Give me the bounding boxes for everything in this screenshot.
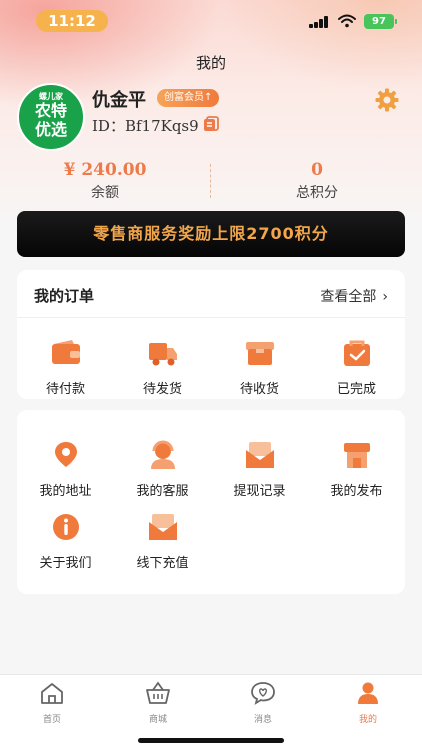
promo-banner[interactable]: 零售商服务奖励上限2700积分: [17, 211, 405, 257]
service-label: 我的客服: [136, 484, 189, 499]
service-withdraw-records[interactable]: 提现记录: [211, 440, 308, 499]
recharge-envelope-icon: [148, 514, 177, 540]
points-label: 总积分: [296, 185, 338, 201]
logo-line-2: 优选: [34, 120, 67, 139]
wifi-icon: [338, 14, 356, 28]
status-time: 11:12: [36, 10, 108, 32]
home-indicator: [138, 738, 284, 743]
order-label: 待付款: [45, 382, 85, 397]
order-label: 待发货: [142, 382, 182, 397]
tab-mall[interactable]: 商城: [118, 681, 198, 725]
tab-label: 首页: [42, 715, 61, 725]
wallet-icon: [51, 340, 80, 364]
info-icon: [52, 514, 79, 540]
settings-gear-icon[interactable]: [375, 88, 399, 112]
service-my-address[interactable]: 我的地址: [17, 440, 114, 499]
orders-card: 我的订单 查看全部 › 待付款 待发货 待收货 已完成: [17, 270, 405, 399]
username: 仇金平: [92, 90, 146, 111]
points-stat[interactable]: 0 总积分: [222, 160, 412, 202]
service-customer-service[interactable]: 我的客服: [114, 440, 211, 499]
tab-home[interactable]: 首页: [12, 681, 92, 725]
page-title: 我的: [195, 54, 226, 72]
withdraw-envelope-icon: [245, 442, 274, 468]
service-label: 我的地址: [39, 484, 92, 499]
home-icon: [41, 683, 63, 704]
member-badge[interactable]: 创富会员↑: [157, 89, 220, 107]
stats-divider: [210, 164, 211, 198]
battery-icon: 97: [364, 14, 397, 29]
tab-label: 消息: [253, 715, 272, 725]
order-to-receive[interactable]: 待收货: [211, 338, 308, 397]
order-pending-payment[interactable]: 待付款: [17, 338, 114, 397]
cellular-signal-icon: [309, 16, 329, 28]
copy-icon[interactable]: [203, 116, 219, 132]
order-completed[interactable]: 已完成: [308, 338, 405, 397]
user-id: ID：Bf17Kqs9: [92, 117, 199, 135]
order-label: 已完成: [336, 382, 376, 397]
points-value: 0: [311, 160, 323, 180]
chevron-right-icon: ›: [382, 289, 388, 305]
truck-icon: [148, 343, 177, 366]
brand-logo: 螺儿家 农特 优选: [17, 83, 85, 151]
order-label: 待收货: [239, 382, 279, 397]
service-my-posts[interactable]: 我的发布: [308, 440, 405, 499]
store-icon: [343, 443, 370, 468]
location-icon: [54, 442, 77, 467]
tab-messages[interactable]: 消息: [223, 681, 303, 725]
service-label: 线下充值: [136, 556, 189, 571]
services-card: 我的地址 我的客服 提现记录 我的发布 关于我们 线下充值: [17, 410, 405, 594]
tab-label: 商城: [148, 715, 167, 725]
tab-label: 我的: [358, 715, 377, 725]
completed-bag-icon: [343, 340, 370, 366]
logo-line-1: 农特: [34, 101, 67, 120]
balance-label: 余额: [91, 185, 119, 201]
box-icon: [245, 342, 274, 365]
order-to-ship[interactable]: 待发货: [114, 338, 211, 397]
balance-value: ¥ 240.00: [63, 160, 147, 180]
service-about-us[interactable]: 关于我们: [17, 512, 114, 571]
orders-header: 我的订单 查看全部 ›: [17, 270, 405, 318]
view-all-label: 查看全部: [320, 289, 377, 305]
profile-icon: [358, 682, 378, 704]
message-icon: [251, 682, 275, 705]
service-label: 我的发布: [330, 484, 383, 499]
orders-title: 我的订单: [34, 287, 95, 305]
service-label: 提现记录: [233, 484, 286, 499]
tab-profile[interactable]: 我的: [328, 681, 408, 725]
view-all-orders-link[interactable]: 查看全部 ›: [320, 286, 388, 306]
balance-stat[interactable]: ¥ 240.00 余额: [10, 160, 200, 202]
basket-icon: [146, 681, 170, 704]
service-offline-recharge[interactable]: 线下充值: [114, 512, 211, 571]
service-label: 关于我们: [39, 556, 92, 571]
customer-service-icon: [150, 440, 175, 469]
